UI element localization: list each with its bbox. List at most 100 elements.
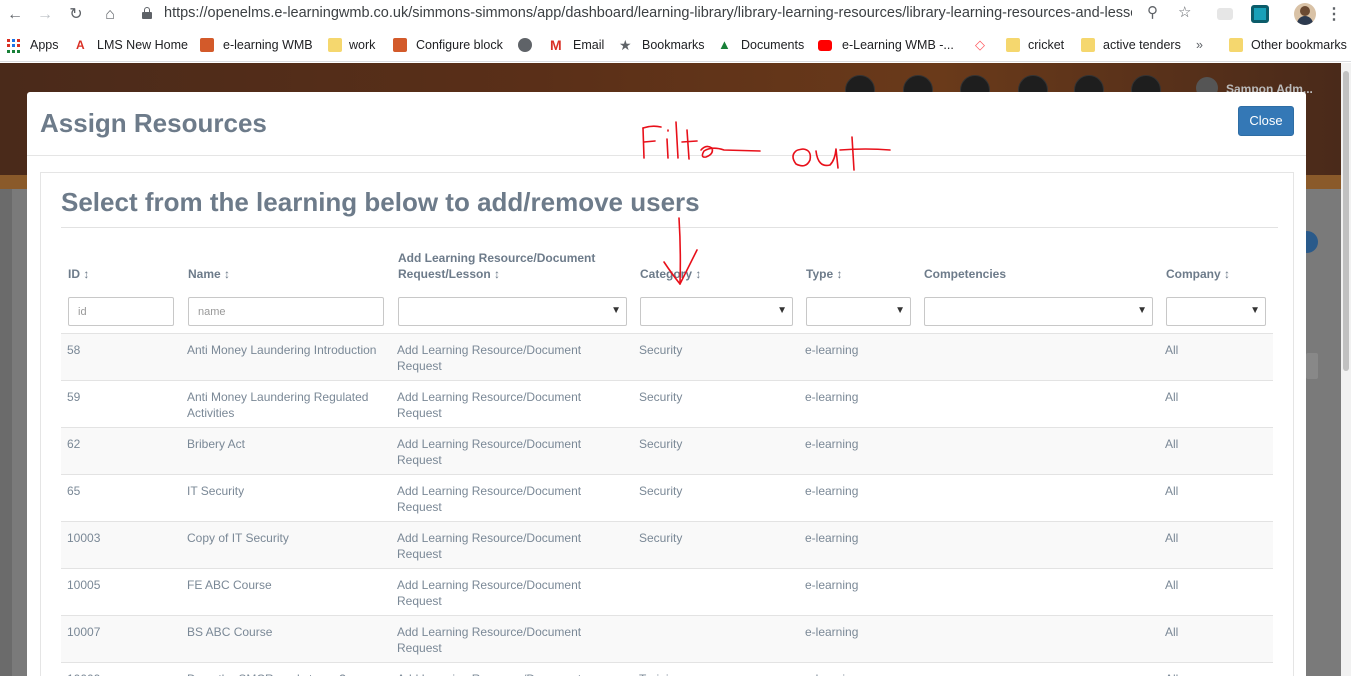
bookmark-apps[interactable]: Apps [30, 38, 59, 52]
table-row[interactable]: 58 Anti Money Laundering Introduction Add … [61, 333, 1273, 380]
section-title: Select from the learning below to add/re… [61, 187, 700, 217]
cell-category: Security [639, 484, 683, 498]
cell-add-learning: Add Learning Resource/Document [397, 671, 581, 676]
cell-add-learning: Add Learning Resource/Document Request [397, 389, 581, 421]
airbnb-icon[interactable]: ◇ [975, 38, 989, 52]
table-row[interactable]: 65 IT Security Add Learning Resource/Docum… [61, 474, 1273, 521]
bookmarks-bar: Apps A LMS New Home e-learning WMB work … [0, 30, 1351, 62]
header-name[interactable]: Name ↕ [188, 266, 230, 282]
cell-id: 65 [67, 484, 81, 498]
star-icon[interactable]: ☆ [1178, 3, 1191, 21]
cell-type: e-learning [805, 484, 859, 498]
sort-icon: ↕ [1224, 267, 1231, 281]
cell-id: 62 [67, 437, 81, 451]
table-row[interactable]: 62 Bribery Act Add Learning Resource/Docum… [61, 427, 1273, 474]
extension-icon[interactable] [1217, 8, 1233, 20]
cell-type: e-learning [805, 625, 859, 639]
close-button[interactable]: Close [1238, 106, 1294, 136]
caret-down-icon: ▼ [611, 305, 621, 316]
modal-title: Assign Resources [40, 108, 267, 138]
sort-icon: ↕ [224, 267, 231, 281]
company-filter-select[interactable]: ▼ [1166, 297, 1266, 326]
header-id[interactable]: ID ↕ [68, 266, 89, 282]
bookmark-cricket[interactable]: cricket [1028, 38, 1064, 52]
back-icon[interactable]: ← [5, 5, 25, 25]
lms-icon: A [76, 38, 85, 52]
cell-add-learning-line: Request [397, 547, 442, 561]
sort-icon: ↕ [494, 267, 501, 281]
table-row[interactable]: 59 Anti Money Laundering Regulated Activit… [61, 380, 1273, 427]
category-filter-select[interactable]: ▼ [640, 297, 793, 326]
browser-toolbar: ← → ↻ ⌂ https://openelms.e-learningwmb.c… [0, 0, 1351, 30]
header-category[interactable]: Category ↕ [640, 266, 701, 282]
bookmark-lms-new-home[interactable]: LMS New Home [97, 38, 188, 52]
cell-add-learning: Add Learning Resource/Document Request [397, 530, 581, 562]
home-icon[interactable]: ⌂ [100, 5, 120, 25]
header-add-learning[interactable]: Add Learning Resource/Document Request/Le… [398, 250, 628, 282]
cell-category: Security [639, 343, 683, 357]
cell-add-learning-line: Add Learning Resource/Document [397, 578, 582, 592]
id-filter-input[interactable] [68, 297, 174, 326]
cell-type: e-learning [805, 578, 859, 592]
profile-avatar[interactable] [1294, 3, 1316, 25]
cell-company: All [1165, 625, 1179, 639]
wmb-icon [200, 38, 214, 52]
globe-icon[interactable] [518, 38, 532, 52]
menu-icon[interactable]: ⋮ [1326, 4, 1342, 24]
extension-icon-2[interactable] [1251, 5, 1269, 23]
cell-category: Security [639, 531, 683, 545]
forward-icon[interactable]: → [35, 5, 55, 25]
cell-add-learning-line: Add Learning Resource/Document [397, 484, 582, 498]
cell-name-line: Anti Money Laundering Regulated [187, 390, 369, 404]
learning-card: Select from the learning below to add/re… [40, 172, 1294, 676]
cell-id: 59 [67, 390, 81, 404]
bookmark-elearning-wmb-youtube[interactable]: e-Learning WMB -... [842, 38, 954, 52]
header-company[interactable]: Company ↕ [1166, 266, 1230, 282]
bookmark-email[interactable]: Email [573, 38, 604, 52]
assign-resources-modal: Assign Resources Close Select from the l… [27, 92, 1306, 676]
cell-add-learning-line: Request [397, 594, 442, 608]
cell-company: All [1165, 671, 1178, 676]
table-row[interactable]: 10003 Copy of IT Security Add Learning Res… [61, 521, 1273, 568]
bookmark-other-bookmarks[interactable]: Other bookmarks [1251, 38, 1347, 52]
type-filter-select[interactable]: ▼ [806, 297, 911, 326]
bookmark-active-tenders[interactable]: active tenders [1103, 38, 1181, 52]
more-bookmarks-chevron[interactable]: » [1196, 38, 1203, 52]
name-filter-input[interactable] [188, 297, 384, 326]
page-scrollbar[interactable] [1341, 63, 1351, 676]
cell-category: Security [639, 437, 683, 451]
cell-name: Anti Money Laundering Regulated Activitie… [187, 389, 368, 421]
reload-icon[interactable]: ↻ [66, 5, 86, 25]
table-row[interactable]: 10009 Does the SMCR apply to me? Add Learn… [61, 662, 1273, 676]
cell-add-learning: Add Learning Resource/Document Request [397, 624, 581, 656]
cell-company: All [1165, 343, 1179, 357]
cell-add-learning-line: Request [397, 406, 442, 420]
competencies-filter-select[interactable]: ▼ [924, 297, 1153, 326]
cell-name: Copy of IT Security [187, 530, 289, 546]
cell-add-learning-line: Add Learning Resource/Document [397, 390, 582, 404]
divider [61, 227, 1278, 228]
bookmark-work[interactable]: work [349, 38, 375, 52]
caret-down-icon: ▼ [777, 305, 787, 316]
wmb-icon [393, 38, 407, 52]
cell-id: 10007 [67, 625, 101, 639]
table-row[interactable]: 10007 BS ABC Course Add Learning Resource/… [61, 615, 1273, 662]
bookmark-bookmarks[interactable]: Bookmarks [642, 38, 705, 52]
bookmark-documents[interactable]: Documents [741, 38, 804, 52]
add-learning-filter-select[interactable]: ▼ [398, 297, 627, 326]
address-bar[interactable]: https://openelms.e-learningwmb.co.uk/sim… [134, 2, 1204, 26]
cell-add-learning: Add Learning Resource/Document Request [397, 436, 581, 468]
lock-icon [142, 7, 152, 19]
bookmark-configure-block[interactable]: Configure block [416, 38, 503, 52]
zoom-icon[interactable]: ⚲ [1147, 3, 1158, 21]
url-text: https://openelms.e-learningwmb.co.uk/sim… [164, 5, 1132, 21]
header-type[interactable]: Type ↕ [806, 266, 842, 282]
cell-name: Anti Money Laundering Introduction [187, 342, 376, 358]
cell-type: e-learning [805, 531, 859, 545]
folder-icon [1081, 38, 1095, 52]
bookmark-elearning-wmb[interactable]: e-learning WMB [223, 38, 313, 52]
cell-company: All [1165, 578, 1179, 592]
star-icon: ★ [619, 37, 632, 53]
cell-name-line: Does the SMCR apply to me? [187, 671, 346, 676]
table-row[interactable]: 10005 FE ABC Course Add Learning Resource/… [61, 568, 1273, 615]
